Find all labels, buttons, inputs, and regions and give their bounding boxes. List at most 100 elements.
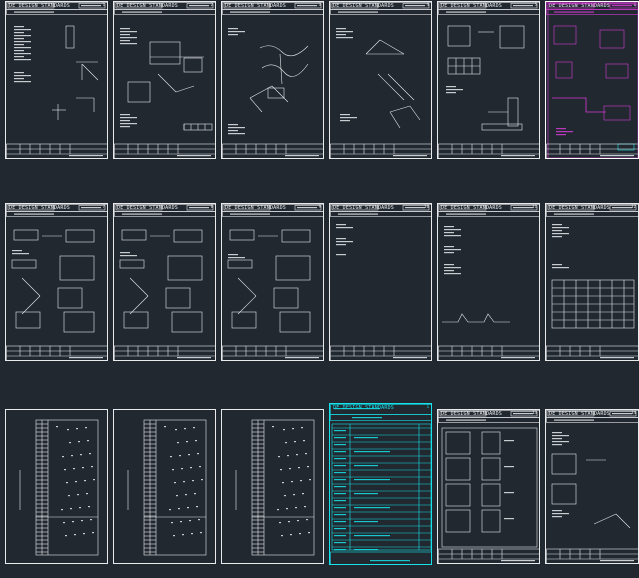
cad-line	[299, 533, 301, 535]
cad-line	[612, 207, 632, 209]
cad-line	[129, 277, 149, 297]
cad-line	[439, 411, 487, 417]
cad-line	[334, 444, 346, 446]
cad-line	[354, 535, 390, 537]
drawing-sheet[interactable]	[221, 409, 324, 564]
cad-line	[278, 456, 280, 458]
cad-line	[180, 521, 182, 523]
cad-line	[330, 404, 431, 415]
drawing-sheet[interactable]: DE DESIGN STANDARDS 13	[437, 409, 540, 564]
cad-line	[285, 155, 319, 157]
cad-line	[123, 311, 149, 329]
cad-line	[120, 126, 130, 128]
cad-line	[513, 5, 533, 7]
drawing-sheet[interactable]: DE DESIGN STANDARDS 10	[329, 203, 432, 361]
sheet-drawing	[330, 2, 431, 158]
drawing-sheet[interactable]: DE DESIGN STANDARDS 6	[545, 1, 639, 159]
cad-line	[444, 235, 461, 237]
drawing-sheet[interactable]	[5, 409, 108, 564]
drawing-sheet[interactable]: DE DESIGN STANDARDS 11	[437, 203, 540, 361]
drawing-sheet[interactable]: DE DESIGN STANDARDS 4	[329, 1, 432, 159]
cad-line	[481, 431, 501, 455]
cad-line	[334, 458, 346, 460]
cad-line	[183, 57, 203, 73]
cad-line	[330, 345, 431, 360]
cad-line	[445, 457, 471, 481]
sheet-drawing	[330, 404, 431, 564]
cad-line	[556, 131, 573, 133]
cad-line	[189, 207, 209, 209]
cad-model-space[interactable]: DE DESIGN STANDARDS 1 DE DESIGN STANDARD…	[0, 0, 639, 578]
cad-line	[81, 5, 101, 7]
cad-line	[552, 444, 562, 446]
cad-line	[15, 311, 41, 329]
cad-line	[334, 521, 346, 523]
cad-line	[481, 457, 501, 481]
cad-line	[513, 207, 533, 209]
cad-line	[295, 507, 297, 509]
cad-line	[552, 97, 606, 113]
cad-line	[334, 465, 346, 467]
drawing-sheet[interactable]: DE DESIGN STANDARDS 14	[545, 409, 639, 564]
cad-line	[336, 37, 353, 39]
drawing-sheet[interactable]: DE DESIGN STANDARDS 8	[113, 203, 216, 361]
cad-line	[182, 534, 184, 536]
drawing-sheet[interactable]: DE DESIGN STANDARDS 5	[437, 1, 540, 159]
cad-line	[237, 295, 257, 315]
cad-line	[552, 516, 562, 518]
cad-line	[14, 29, 31, 31]
drawing-sheet[interactable]: DE DESIGN STANDARDS 9	[221, 203, 324, 361]
cad-line	[185, 494, 187, 496]
cad-line	[354, 521, 378, 523]
cad-line	[62, 456, 64, 458]
cad-line	[444, 232, 454, 234]
sheet-drawing	[546, 2, 638, 158]
drawing-sheet[interactable]	[113, 409, 216, 564]
cad-line	[173, 229, 203, 243]
cad-line	[442, 313, 510, 323]
cad-line	[446, 419, 486, 421]
cad-line	[352, 417, 382, 419]
cad-line	[600, 155, 634, 157]
cad-line	[444, 226, 454, 228]
cad-line	[228, 254, 238, 256]
cad-line	[331, 205, 379, 211]
cad-line	[228, 257, 245, 259]
cad-line	[444, 270, 454, 272]
cad-line	[14, 59, 31, 61]
cad-line	[334, 437, 346, 439]
cad-line	[365, 39, 381, 55]
cad-line	[285, 442, 287, 444]
cad-line	[279, 311, 311, 333]
cad-line	[340, 117, 357, 119]
cad-line	[21, 295, 41, 315]
cad-line	[72, 521, 74, 523]
drawing-sheet[interactable]: DE DESIGN STANDARDS 3	[221, 1, 324, 159]
drawing-sheet[interactable]: DE DESIGN STANDARDS 12	[545, 203, 639, 361]
cad-line	[81, 520, 83, 522]
cad-line	[507, 97, 519, 127]
cad-line	[282, 482, 284, 484]
cad-line	[230, 213, 270, 215]
drawing-sheet[interactable]: DE DESIGN STANDARDS 1	[5, 1, 108, 159]
cad-line	[229, 229, 255, 241]
sheet-drawing	[6, 204, 107, 360]
drawing-sheet[interactable]: DE DESIGN STANDARDS 7	[5, 203, 108, 361]
cad-line	[334, 500, 346, 502]
cad-line	[228, 127, 245, 129]
cad-line	[171, 522, 173, 524]
cad-line	[186, 441, 188, 443]
cad-line	[334, 542, 346, 544]
drawing-sheet[interactable]: DE DESIGN STANDARDS 1	[329, 403, 432, 565]
cad-line	[444, 273, 461, 275]
cad-line	[340, 120, 350, 122]
cad-line	[290, 534, 292, 536]
cad-line	[14, 72, 24, 74]
drawing-sheet[interactable]: DE DESIGN STANDARDS 2	[113, 1, 216, 159]
cad-line	[600, 357, 634, 359]
cad-line	[334, 493, 346, 495]
cad-line	[297, 207, 317, 209]
cad-line	[192, 480, 194, 482]
cad-line	[552, 227, 569, 229]
cad-line	[336, 227, 353, 229]
